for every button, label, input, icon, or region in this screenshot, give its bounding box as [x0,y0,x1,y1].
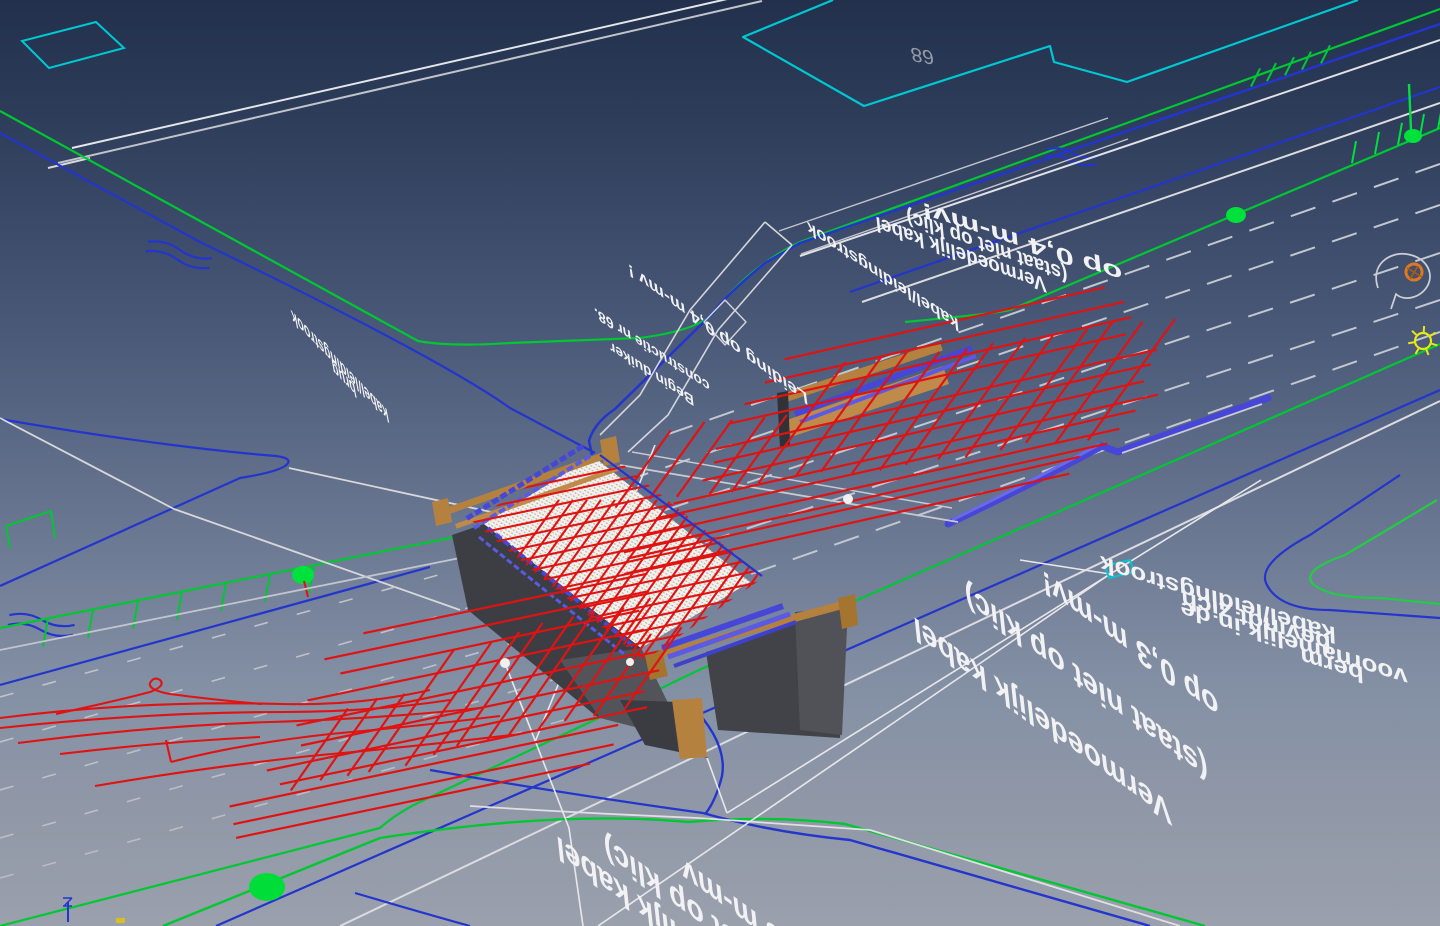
svg-text:kabel/leidingstrook: kabel/leidingstrook [290,305,391,427]
svg-text:Leiding op 0,4 m-mv !: Leiding op 0,4 m-mv ! [627,259,809,409]
svg-text:68: 68 [909,42,936,68]
